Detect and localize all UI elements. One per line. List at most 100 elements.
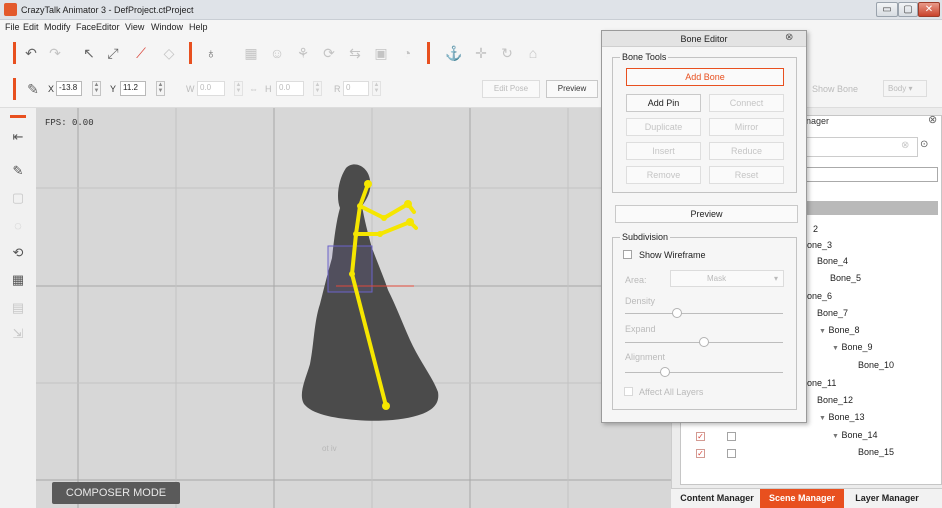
morph-icon[interactable]: ◌: [10, 218, 26, 234]
tab-scene-manager[interactable]: Scene Manager: [760, 489, 844, 508]
pen-icon[interactable]: ✎: [24, 80, 42, 98]
w-input[interactable]: 0.0: [197, 81, 225, 96]
clear-search-icon[interactable]: ⊗: [901, 140, 909, 151]
tree-item[interactable]: one_6: [807, 291, 832, 301]
deform-icon[interactable]: ◇: [160, 44, 178, 62]
tree-item-bone-14[interactable]: ▼ Bone_14: [832, 430, 878, 440]
export-icon[interactable]: ⇲: [10, 326, 26, 342]
close-icon[interactable]: ⊗: [785, 32, 793, 43]
area-dropdown[interactable]: Mask ▾: [670, 270, 784, 287]
menu-view[interactable]: View: [125, 22, 144, 32]
h-stepper[interactable]: ▲ ▼: [313, 81, 322, 96]
menu-help[interactable]: Help: [189, 22, 208, 32]
link-icon[interactable]: ⇔: [249, 84, 258, 94]
replace-icon[interactable]: ⟲: [10, 245, 26, 261]
y-stepper[interactable]: ▲ ▼: [156, 81, 165, 96]
body-dropdown[interactable]: Body ▾: [883, 80, 927, 97]
tree-item[interactable]: Bone_15: [858, 447, 894, 457]
tree-item-bone-13[interactable]: ▼ Bone_13: [819, 412, 865, 422]
expand-arrow-icon[interactable]: ▼: [819, 415, 826, 422]
tree-item[interactable]: Bone_7: [817, 308, 848, 318]
bone-tool-icon[interactable]: ⟋: [132, 44, 150, 62]
duplicate-button[interactable]: Duplicate: [626, 118, 701, 136]
expand-arrow-icon[interactable]: ▼: [819, 328, 826, 335]
r-stepper[interactable]: ▲ ▼: [372, 81, 381, 96]
tree-item[interactable]: Bone_10: [858, 360, 894, 370]
w-stepper[interactable]: ▲ ▼: [234, 81, 243, 96]
alignment-slider[interactable]: [625, 372, 783, 373]
redo-icon[interactable]: ↷: [46, 44, 64, 62]
menu-modify[interactable]: Modify: [44, 22, 71, 32]
menu-file[interactable]: File: [5, 22, 20, 32]
undo-icon[interactable]: ↶: [22, 44, 40, 62]
home-icon[interactable]: ⌂: [524, 44, 542, 62]
y-input[interactable]: 11.2: [120, 81, 146, 96]
mirror-button[interactable]: Mirror: [709, 118, 784, 136]
menu-edit[interactable]: Edit: [23, 22, 39, 32]
connect-button[interactable]: Connect: [709, 94, 784, 112]
insert-button[interactable]: Insert: [626, 142, 701, 160]
bone-preview-button[interactable]: Preview: [615, 205, 798, 223]
motion-icon[interactable]: ⇆: [346, 44, 364, 62]
h-input[interactable]: 0.0: [276, 81, 304, 96]
tree-item[interactable]: Bone_12: [817, 395, 853, 405]
motion-icon[interactable]: ▣: [372, 44, 390, 62]
motion-icon[interactable]: ◔: [398, 44, 416, 62]
visibility-checkbox[interactable]: ✓: [696, 449, 705, 458]
expand-slider-knob[interactable]: [699, 337, 709, 347]
motion-icon[interactable]: ⟳: [320, 44, 338, 62]
pin-icon[interactable]: ⚓: [445, 44, 463, 62]
collapse-icon[interactable]: ⇤: [10, 129, 26, 145]
show-wireframe-checkbox[interactable]: [623, 250, 632, 259]
visibility-checkbox[interactable]: ✓: [696, 432, 705, 441]
expression-icon[interactable]: ☺: [268, 44, 286, 62]
chevron-down-icon[interactable]: ⊙: [920, 139, 928, 150]
motion-icon[interactable]: ⚘: [294, 44, 312, 62]
tree-item[interactable]: Bone_5: [830, 273, 861, 283]
tab-layer-manager[interactable]: Layer Manager: [846, 489, 928, 508]
reset-button[interactable]: Reset: [709, 166, 784, 184]
alignment-slider-knob[interactable]: [659, 367, 670, 377]
tree-item-bone-8[interactable]: ▼ Bone_8: [819, 325, 859, 335]
tree-item[interactable]: 2: [813, 224, 818, 234]
lock-checkbox[interactable]: [727, 432, 736, 441]
edit-pose-button[interactable]: Edit Pose: [482, 80, 540, 98]
move-icon[interactable]: ✛: [472, 44, 490, 62]
transform-icon[interactable]: ⤢: [104, 44, 122, 62]
add-bone-button[interactable]: Add Bone: [626, 68, 784, 86]
tab-content-manager[interactable]: Content Manager: [676, 489, 758, 508]
sprite-list-icon[interactable]: ▤: [10, 300, 26, 316]
r-input[interactable]: 0: [343, 81, 369, 96]
tree-item[interactable]: one_11: [807, 378, 836, 388]
expand-arrow-icon[interactable]: ▼: [832, 345, 839, 352]
remove-button[interactable]: Remove: [626, 166, 701, 184]
lock-checkbox[interactable]: [727, 449, 736, 458]
reduce-button[interactable]: Reduce: [709, 142, 784, 160]
show-bone-checkbox[interactable]: Show Bone: [812, 84, 858, 94]
tree-item-bone-9[interactable]: ▼ Bone_9: [832, 342, 872, 352]
restore-button[interactable]: ▢: [898, 2, 918, 17]
menu-window[interactable]: Window: [151, 22, 183, 32]
expand-arrow-icon[interactable]: ▼: [832, 433, 839, 440]
preview-button[interactable]: Preview: [546, 80, 598, 98]
tree-item[interactable]: Bone_4: [817, 256, 848, 266]
x-stepper[interactable]: ▲ ▼: [92, 81, 101, 96]
affect-all-layers-checkbox[interactable]: [624, 387, 633, 396]
x-input[interactable]: -13.8: [56, 81, 82, 96]
puppet-icon[interactable]: ▦: [242, 44, 260, 62]
stage-canvas[interactable]: [36, 108, 671, 508]
sprite-icon[interactable]: ♁: [202, 44, 220, 62]
composer-mode-button[interactable]: COMPOSER MODE: [52, 482, 180, 504]
selection-box[interactable]: [327, 245, 373, 293]
stage-viewport[interactable]: [36, 108, 671, 508]
add-pin-button[interactable]: Add Pin: [626, 94, 701, 112]
close-button[interactable]: ✕: [918, 2, 940, 17]
layer-icon[interactable]: ▢: [10, 190, 26, 206]
select-icon[interactable]: ↖: [80, 44, 98, 62]
rotate-icon[interactable]: ↻: [498, 44, 516, 62]
character-silhouette[interactable]: [301, 164, 439, 421]
minimize-button[interactable]: ▭: [876, 2, 898, 17]
menu-faceeditor[interactable]: FaceEditor: [76, 22, 120, 32]
pen-icon[interactable]: ✎: [10, 163, 26, 179]
grid-icon[interactable]: ▦: [10, 272, 26, 288]
